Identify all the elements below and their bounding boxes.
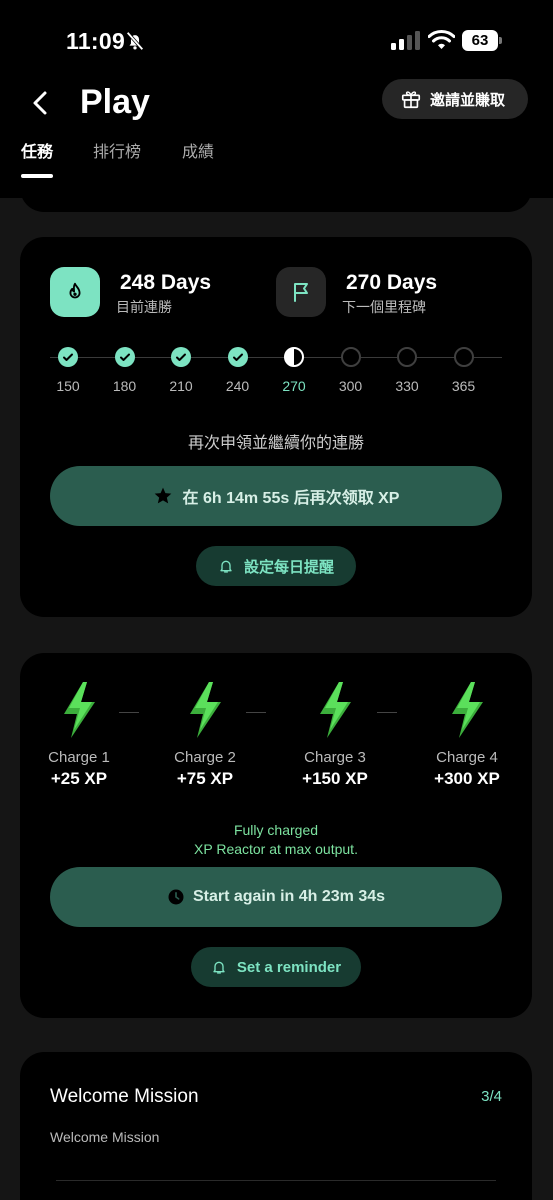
- milestone-marker-240: [227, 347, 248, 367]
- milestone-label: 330: [395, 378, 419, 394]
- milestone-label: 365: [451, 378, 476, 394]
- check-icon: [119, 353, 130, 361]
- reactor-status-line-1: Fully charged: [233, 822, 319, 838]
- signal-icon: [391, 31, 420, 50]
- reactor-charge-1: Charge 1 +25 XP: [34, 681, 124, 789]
- daily-reminder-button[interactable]: 設定每日提醒: [196, 546, 356, 586]
- check-icon: [232, 353, 243, 361]
- milestone-label: 180: [112, 378, 137, 394]
- milestone-marker-270: [284, 347, 304, 367]
- mission-subtitle: Welcome Mission: [50, 1129, 160, 1145]
- milestone-marker-365: [453, 347, 474, 367]
- next-milestone-label: 下一個里程碑: [342, 299, 426, 315]
- set-reminder-label: Set a reminder: [236, 958, 342, 976]
- welcome-mission-card[interactable]: Welcome Mission 3/4 Welcome Mission: [20, 1052, 532, 1200]
- streak-card: 248 Days 目前連勝 270 Days 下一個里程碑 150 180 210 2…: [20, 237, 532, 617]
- current-streak-label: 目前連勝: [116, 299, 172, 315]
- charge-name: Charge 4: [436, 749, 498, 766]
- battery-icon: 63: [462, 30, 502, 51]
- milestone-label: 300: [338, 378, 363, 394]
- streak-prompt: 再次申領並繼續你的連勝: [187, 435, 364, 452]
- star-icon: [154, 487, 171, 504]
- next-milestone: 270 Days 下一個里程碑: [276, 267, 506, 319]
- tab-missions[interactable]: 任務: [21, 138, 53, 162]
- invite-and-earn-button[interactable]: 邀請並賺取: [382, 79, 528, 119]
- charge-connector: [246, 712, 266, 713]
- set-reminder-button[interactable]: Set a reminder: [191, 947, 361, 987]
- claim-xp-label: 在 6h 14m 55s 后再次领取 XP: [182, 490, 400, 507]
- charge-connector: [119, 712, 139, 713]
- bell-icon: [220, 560, 232, 573]
- milestone-marker-210: [171, 347, 191, 367]
- mission-title: Welcome Mission: [50, 1086, 199, 1107]
- milestone-marker-180: [114, 347, 135, 367]
- milestone-label: 210: [169, 378, 193, 394]
- mission-progress: 3/4: [481, 1088, 502, 1105]
- status-bar: 11:09 63: [0, 0, 553, 80]
- reactor-restart-button[interactable]: Start again in 4h 23m 34s: [50, 867, 502, 927]
- charge-xp: +300 XP: [434, 769, 500, 788]
- reactor-restart-label: Start again in 4h 23m 34s: [192, 888, 386, 905]
- reactor-status-line-2: XP Reactor at max output.: [194, 841, 358, 857]
- milestone-label: 270: [282, 378, 306, 394]
- active-tab-indicator: [21, 174, 53, 178]
- reactor-charge-3: Charge 3 +150 XP: [290, 681, 380, 789]
- next-milestone-value: 270 Days: [346, 271, 438, 294]
- reactor-charge-2: Charge 2 +75 XP: [160, 681, 250, 789]
- tab-leaderboard[interactable]: 排行榜: [93, 138, 141, 162]
- previous-card: [20, 180, 532, 212]
- charge-xp: +150 XP: [302, 769, 368, 788]
- lightning-bolt-icon: [64, 682, 95, 738]
- milestone-label: 150: [56, 378, 80, 394]
- flag-icon: [294, 283, 308, 302]
- gift-icon: [401, 91, 421, 109]
- lightning-bolt-icon: [190, 682, 221, 738]
- status-time: 11:09: [66, 28, 126, 54]
- current-streak-icon-badge: [50, 267, 100, 317]
- xp-reactor-card: Charge 1 +25 XP Charge 2 +75 XP Charge 3 +150…: [20, 653, 532, 1018]
- check-icon: [63, 353, 73, 361]
- daily-reminder-label: 設定每日提醒: [243, 558, 334, 576]
- streak-timeline: 150 180 210 240 270 300 330 365: [50, 347, 502, 397]
- charge-xp: +25 XP: [50, 769, 108, 788]
- back-button[interactable]: [24, 85, 56, 121]
- bell-icon: [213, 961, 225, 974]
- reactor-status: Fully charged XP Reactor at max output.: [20, 821, 532, 859]
- check-icon: [176, 353, 186, 361]
- wifi-icon: [428, 29, 455, 49]
- reactor-charge-4: Charge 4 +300 XP: [422, 681, 512, 789]
- charge-connector: [377, 712, 397, 713]
- charge-name: Charge 3: [304, 749, 366, 766]
- charge-name: Charge 2: [174, 749, 236, 766]
- tab-achievements[interactable]: 成績: [182, 138, 214, 162]
- milestone-label: 240: [225, 378, 250, 394]
- tab-bar: 任務 排行榜 成績: [0, 138, 553, 178]
- invite-label: 邀請並賺取: [430, 91, 506, 109]
- bell-slash-icon: [126, 31, 144, 51]
- lightning-bolt-icon: [320, 682, 351, 738]
- next-milestone-icon-badge: [276, 267, 326, 317]
- milestone-marker-330: [397, 347, 417, 367]
- chevron-left-icon: [33, 91, 47, 115]
- milestone-marker-300: [340, 347, 361, 367]
- flame-icon: [69, 282, 81, 299]
- current-streak: 248 Days 目前連勝: [50, 267, 250, 319]
- current-streak-value: 248 Days: [120, 271, 212, 294]
- clock-icon: [168, 889, 184, 905]
- battery-level: 63: [462, 30, 498, 51]
- charge-name: Charge 1: [48, 749, 110, 766]
- claim-xp-button[interactable]: 在 6h 14m 55s 后再次领取 XP: [50, 466, 502, 526]
- milestone-marker-150: [58, 347, 78, 367]
- charge-xp: +75 XP: [176, 769, 234, 788]
- mission-divider: [56, 1180, 496, 1181]
- lightning-bolt-icon: [452, 682, 483, 738]
- page-title: Play: [80, 83, 150, 121]
